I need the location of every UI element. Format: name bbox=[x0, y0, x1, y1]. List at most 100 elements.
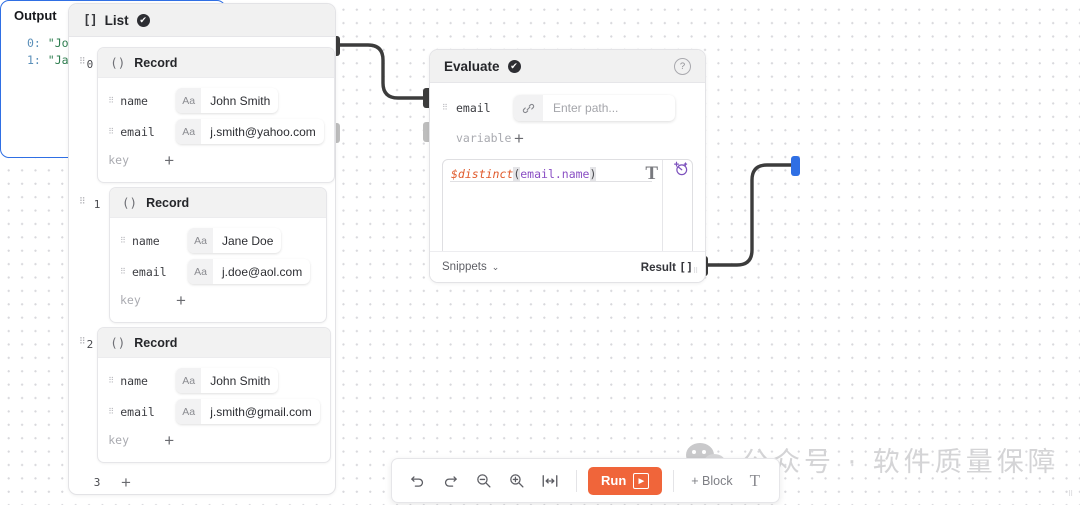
record-title: Record bbox=[134, 335, 178, 350]
record-field-row[interactable]: ⠿ name Aa John Smith bbox=[108, 85, 324, 116]
zoom-in-icon[interactable] bbox=[501, 465, 532, 496]
field-drag-handle-icon[interactable]: ⠿ bbox=[108, 376, 120, 384]
field-key[interactable]: name bbox=[120, 374, 176, 388]
add-key-button[interactable]: + bbox=[164, 152, 174, 169]
field-drag-handle-icon[interactable]: ⠿ bbox=[108, 127, 120, 135]
text-tool-icon[interactable]: T bbox=[741, 471, 769, 491]
snippets-dropdown[interactable]: Snippets ⌄ bbox=[442, 261, 499, 273]
undo-icon[interactable] bbox=[402, 465, 433, 496]
record-add-key-row[interactable]: key + bbox=[120, 287, 316, 313]
field-value[interactable]: j.doe@aol.com bbox=[213, 259, 310, 284]
bottom-toolbar[interactable]: Run ▶ + Block T bbox=[391, 458, 781, 503]
evaluate-block[interactable]: Evaluate ✔ ? ⠿ email Enter path... varia… bbox=[429, 49, 706, 283]
drag-handle-icon[interactable]: ⠿ bbox=[79, 337, 87, 346]
record-card[interactable]: () Record ⠿ name Aa Jane Doe ⠿ email Aa … bbox=[109, 187, 327, 323]
field-input[interactable]: Aa j.smith@gmail.com bbox=[176, 399, 320, 424]
add-variable-button[interactable]: + bbox=[514, 130, 524, 147]
field-type-badge[interactable]: Aa bbox=[176, 119, 202, 144]
field-value[interactable]: j.smith@yahoo.com bbox=[201, 119, 324, 144]
field-key[interactable]: name bbox=[132, 234, 188, 248]
record-card[interactable]: () Record ⠿ name Aa John Smith ⠿ email A… bbox=[97, 47, 335, 183]
question-circle-icon[interactable]: ? bbox=[674, 57, 691, 75]
field-input[interactable]: Aa Jane Doe bbox=[188, 228, 282, 253]
evaluate-input-key[interactable]: email bbox=[456, 101, 514, 115]
field-value[interactable]: John Smith bbox=[201, 368, 278, 393]
field-input[interactable]: Aa j.smith@yahoo.com bbox=[176, 119, 324, 144]
expression-function-token: $distinct bbox=[451, 167, 514, 181]
evaluate-body: ⠿ email Enter path... variable + $distin… bbox=[430, 83, 705, 282]
resize-handle[interactable]: ⠿ bbox=[1068, 491, 1077, 502]
fit-width-icon[interactable] bbox=[534, 465, 565, 496]
list-item[interactable]: ⠿ 1 () Record ⠿ name Aa Jane Doe ⠿ email… bbox=[69, 183, 335, 323]
field-type-badge[interactable]: Aa bbox=[176, 399, 202, 424]
add-key-button[interactable]: + bbox=[164, 432, 174, 449]
evaluate-input-row[interactable]: ⠿ email Enter path... bbox=[442, 93, 693, 123]
path-input[interactable]: Enter path... bbox=[514, 95, 675, 121]
field-input[interactable]: Aa j.doe@aol.com bbox=[188, 259, 311, 284]
field-type-badge[interactable]: Aa bbox=[188, 228, 213, 253]
list-item[interactable]: ⠿ 2 () Record ⠿ name Aa John Smith ⠿ ema… bbox=[69, 323, 335, 463]
list-add-item-row[interactable]: 3 + bbox=[69, 467, 335, 497]
link-icon[interactable] bbox=[514, 95, 543, 121]
record-add-key-row[interactable]: key + bbox=[108, 427, 320, 453]
ai-sparkle-icon[interactable] bbox=[672, 160, 690, 183]
output-input-port[interactable] bbox=[791, 156, 800, 176]
zoom-out-icon[interactable] bbox=[468, 465, 499, 496]
record-field-row[interactable]: ⠿ email Aa j.doe@aol.com bbox=[120, 256, 316, 287]
add-block-button[interactable]: + Block bbox=[685, 474, 738, 488]
record-field-row[interactable]: ⠿ name Aa John Smith bbox=[108, 365, 320, 396]
expression-editor[interactable]: $distinct(email.name) T bbox=[442, 159, 693, 263]
field-type-badge[interactable]: Aa bbox=[176, 88, 202, 113]
field-key[interactable]: email bbox=[120, 405, 176, 419]
evaluate-variable-row[interactable]: variable + bbox=[442, 123, 693, 153]
brackets-icon: [] bbox=[83, 12, 98, 28]
field-type-badge[interactable]: Aa bbox=[188, 259, 213, 284]
record-fields: ⠿ name Aa John Smith ⠿ email Aa j.smith@… bbox=[98, 78, 334, 182]
field-input[interactable]: Aa John Smith bbox=[176, 368, 279, 393]
evaluate-block-header[interactable]: Evaluate ✔ ? bbox=[430, 50, 705, 83]
valid-check-icon: ✔ bbox=[136, 13, 150, 27]
expression-close-paren: ) bbox=[589, 167, 597, 181]
add-key-button[interactable]: + bbox=[176, 292, 186, 309]
field-value[interactable]: Jane Doe bbox=[213, 228, 281, 253]
add-list-item-button[interactable]: + bbox=[121, 474, 131, 491]
field-key[interactable]: name bbox=[120, 94, 176, 108]
output-row-index: 0: bbox=[27, 36, 41, 50]
field-drag-handle-icon[interactable]: ⠿ bbox=[120, 267, 132, 275]
field-drag-handle-icon[interactable]: ⠿ bbox=[108, 407, 120, 415]
field-key[interactable]: email bbox=[132, 265, 188, 279]
text-format-icon[interactable]: T bbox=[645, 163, 658, 185]
list-row-index: 0 bbox=[86, 58, 94, 71]
record-card[interactable]: () Record ⠿ name Aa John Smith ⠿ email A… bbox=[97, 327, 331, 463]
field-type-badge[interactable]: Aa bbox=[176, 368, 202, 393]
parentheses-icon: () bbox=[110, 55, 126, 70]
flow-canvas[interactable]: 公众号 · 软件质量保障 [] List ✔ ⠿ 0 () Record ⠿ n… bbox=[0, 0, 1080, 505]
record-card-header[interactable]: () Record bbox=[98, 48, 334, 78]
toolbar-divider bbox=[673, 469, 675, 492]
record-field-row[interactable]: ⠿ email Aa j.smith@gmail.com bbox=[108, 396, 320, 427]
drag-handle-icon[interactable]: ⠿ bbox=[79, 197, 89, 206]
record-field-row[interactable]: ⠿ name Aa Jane Doe bbox=[120, 225, 316, 256]
field-value[interactable]: John Smith bbox=[201, 88, 278, 113]
drag-handle-icon[interactable]: ⠿ bbox=[79, 57, 87, 66]
list-item[interactable]: ⠿ 0 () Record ⠿ name Aa John Smith ⠿ ema… bbox=[69, 43, 335, 183]
field-drag-handle-icon[interactable]: ⠿ bbox=[108, 96, 120, 104]
list-block-header[interactable]: [] List ✔ bbox=[69, 4, 335, 37]
record-field-row[interactable]: ⠿ email Aa j.smith@yahoo.com bbox=[108, 116, 324, 147]
path-input-placeholder[interactable]: Enter path... bbox=[543, 95, 675, 121]
resize-handle[interactable]: ⠿ bbox=[693, 268, 702, 279]
list-block[interactable]: [] List ✔ ⠿ 0 () Record ⠿ name Aa John S… bbox=[68, 3, 336, 495]
field-drag-handle-icon[interactable]: ⠿ bbox=[120, 236, 132, 244]
output-row-index: 1: bbox=[27, 53, 41, 67]
record-card-header[interactable]: () Record bbox=[98, 328, 330, 358]
field-input[interactable]: Aa John Smith bbox=[176, 88, 279, 113]
redo-icon[interactable] bbox=[435, 465, 466, 496]
run-button[interactable]: Run ▶ bbox=[588, 466, 663, 495]
record-card-header[interactable]: () Record bbox=[110, 188, 326, 218]
record-add-key-row[interactable]: key + bbox=[108, 147, 324, 173]
field-value[interactable]: j.smith@gmail.com bbox=[201, 399, 320, 424]
add-key-label: key bbox=[120, 293, 141, 307]
result-text: Result bbox=[640, 262, 676, 274]
field-key[interactable]: email bbox=[120, 125, 176, 139]
drag-handle-icon[interactable]: ⠿ bbox=[442, 104, 456, 112]
